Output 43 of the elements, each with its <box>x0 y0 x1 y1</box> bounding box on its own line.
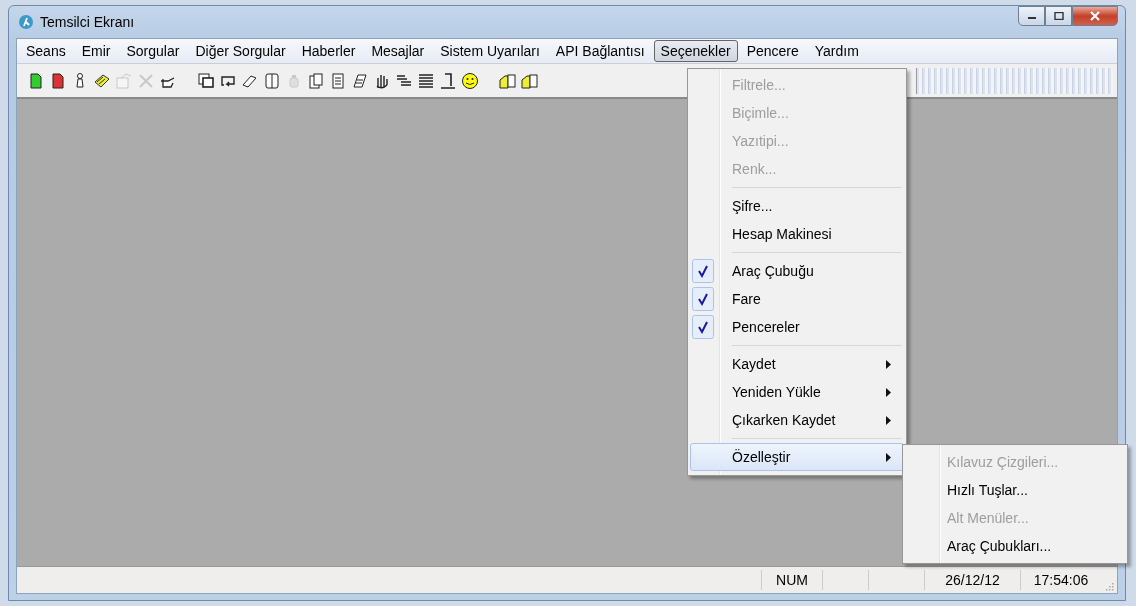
menu-item[interactable]: Seans <box>19 40 73 62</box>
close-icon <box>1089 11 1101 21</box>
menu-item[interactable]: Haberler <box>294 40 363 62</box>
menu-item[interactable]: Hesap Makinesi <box>690 220 904 248</box>
page-icon[interactable] <box>27 71 45 90</box>
app-icon <box>18 14 34 30</box>
copy-icon[interactable] <box>307 71 325 90</box>
menu-item[interactable]: Pencereler <box>690 313 904 341</box>
menu-item[interactable]: Emir <box>74 40 118 62</box>
menu-item[interactable]: Mesajlar <box>364 40 432 62</box>
menu-item[interactable]: Diğer Sorgular <box>188 40 293 62</box>
menu-item[interactable]: Kaydet <box>690 350 904 378</box>
menu-item[interactable]: API Bağlantısı <box>548 40 652 62</box>
menu-item[interactable]: Araç Çubuğu <box>690 257 904 285</box>
menu-item[interactable]: Pencere <box>739 40 806 62</box>
status-time: 17:54:06 <box>1020 570 1101 590</box>
folder-icon[interactable] <box>521 71 539 90</box>
menu-item[interactable]: Sorgular <box>119 40 187 62</box>
menu-item[interactable]: Yardım <box>807 40 866 62</box>
windows-icon[interactable] <box>197 71 215 90</box>
maximize-icon <box>1053 12 1064 20</box>
menu-item[interactable]: Çıkarken Kaydet <box>690 406 904 434</box>
smiley-icon[interactable] <box>461 71 479 90</box>
minimize-button[interactable] <box>1018 6 1045 26</box>
menu-item[interactable]: Hızlı Tuşlar... <box>905 476 1125 504</box>
columns-icon[interactable] <box>263 71 281 90</box>
folder-icon[interactable] <box>499 71 517 90</box>
menu-item[interactable]: Özelleştir <box>690 443 904 471</box>
status-date: 26/12/12 <box>924 570 1020 590</box>
menu-item[interactable]: Yeniden Yükle <box>690 378 904 406</box>
stand-icon[interactable] <box>439 71 457 90</box>
status-text: NUM <box>761 570 822 590</box>
page-icon[interactable] <box>49 71 67 90</box>
menu-item[interactable]: Sistem Uyarıları <box>433 40 547 62</box>
resize-grip-icon[interactable] <box>1104 581 1114 591</box>
maximize-button[interactable] <box>1045 6 1072 26</box>
menu-item[interactable]: Fare <box>690 285 904 313</box>
window-title: Temsilci Ekranı <box>40 14 135 30</box>
grid-icon[interactable] <box>417 71 435 90</box>
menu-item[interactable]: Şifre... <box>690 192 904 220</box>
menu-item[interactable]: Seçenekler <box>653 40 738 62</box>
close-button[interactable] <box>1072 6 1118 26</box>
menu-item[interactable]: Araç Çubukları... <box>905 532 1125 560</box>
